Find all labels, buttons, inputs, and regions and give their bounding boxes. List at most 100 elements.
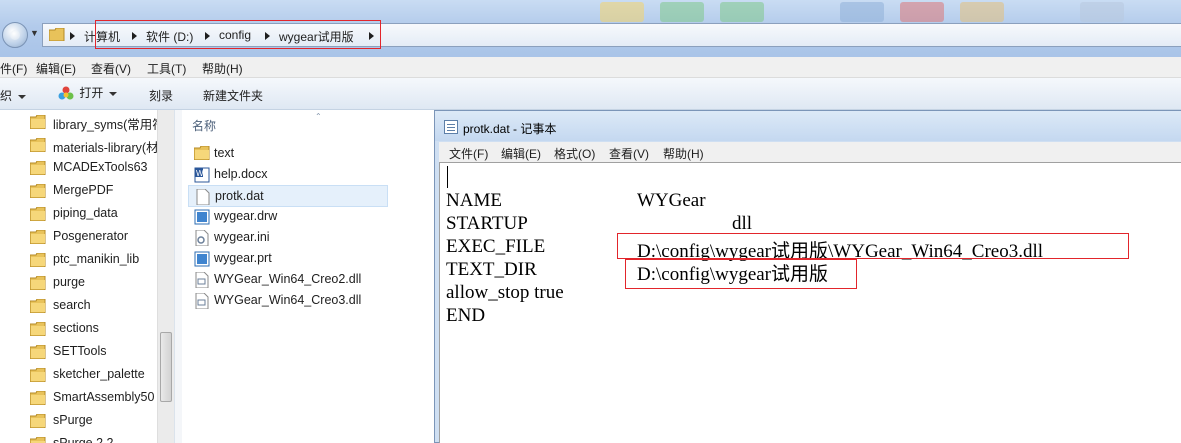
menu-tools[interactable]: 工具(T) [147, 60, 186, 77]
menu-view[interactable]: 查看(V) [91, 60, 131, 77]
folder-icon [29, 229, 46, 247]
breadcrumb-wygear[interactable]: wygear试用版 [279, 28, 354, 45]
nav-item-label: MCADExTools63 [53, 160, 148, 174]
folder-icon [29, 252, 46, 270]
config-value-text-dir: D:\config\wygear试用版 [637, 264, 829, 285]
file-item-label: WYGear_Win64_Creo2.dll [214, 272, 362, 286]
organize-button[interactable]: 织 [0, 87, 27, 104]
taskbar-thumb [900, 2, 944, 22]
menu-edit[interactable]: 编辑(E) [36, 60, 76, 77]
taskbar-thumb [660, 2, 704, 22]
nav-item-label: library_syms(常用符 [53, 118, 165, 132]
nav-item-label: search [53, 298, 91, 312]
notepad-menu-file[interactable]: 文件(F) [449, 145, 488, 162]
nav-item-label: sPurge [53, 413, 93, 427]
folder-icon [29, 114, 46, 132]
nav-scrollbar[interactable] [157, 110, 174, 443]
breadcrumb-separator-icon[interactable] [205, 32, 210, 40]
file-item[interactable]: WYGear_Win64_Creo2.dll [188, 269, 388, 291]
file-item[interactable]: wygear.ini [188, 227, 388, 249]
notepad-titlebar[interactable]: protk.dat - 记事本 [435, 111, 1181, 141]
file-list: 名称 ⌃ text Whelp.docx protk.dat wygear.drw wy… [182, 110, 434, 443]
notepad-app-icon [444, 120, 458, 134]
nav-item-label: SmartAssembly50 [53, 390, 155, 404]
config-key-exec-file: EXEC_FILE [446, 236, 546, 257]
breadcrumb-computer[interactable]: 计算机 [84, 28, 120, 45]
open-button[interactable]: 打开 [58, 84, 118, 102]
nav-item-label: ptc_manikin_lib [53, 252, 140, 266]
notepad-menu-edit[interactable]: 编辑(E) [501, 145, 541, 162]
menu-help[interactable]: 帮助(H) [202, 60, 243, 77]
folder-icon [29, 183, 46, 201]
breadcrumb-separator-icon[interactable] [265, 32, 270, 40]
folder-icon [29, 160, 46, 178]
breadcrumb-separator-icon[interactable] [369, 32, 374, 40]
file-item[interactable]: protk.dat [188, 185, 388, 207]
organize-label: 织 [0, 89, 13, 103]
open-label: 打开 [79, 86, 104, 100]
file-item[interactable]: Whelp.docx [188, 164, 388, 186]
dropdown-caret-icon [109, 91, 118, 96]
breadcrumb-drive[interactable]: 软件 (D:) [146, 28, 193, 45]
config-value-startup: dll [732, 213, 753, 234]
nav-item-label: materials-library(材 [53, 141, 159, 155]
file-item-label: protk.dat [215, 189, 264, 203]
folder-icon [29, 275, 46, 293]
config-value-name: WYGear [637, 190, 706, 211]
folder-icon [29, 298, 46, 316]
taskbar-thumb [720, 2, 764, 22]
text-cursor [447, 166, 448, 188]
nav-item-label: piping_data [53, 206, 118, 220]
folder-icon [29, 390, 46, 408]
file-item-label: wygear.prt [214, 251, 272, 265]
column-header-name[interactable]: 名称 [192, 117, 216, 134]
notepad-menu-view[interactable]: 查看(V) [609, 145, 649, 162]
file-item[interactable]: text [188, 143, 388, 165]
sort-arrow-icon: ⌃ [315, 112, 322, 121]
dll-file-icon [194, 271, 210, 289]
nav-item-label: sketcher_palette [53, 367, 145, 381]
file-item[interactable]: wygear.prt [188, 248, 388, 270]
nav-item-label: SETTools [53, 344, 107, 358]
creo-file-icon [194, 209, 210, 225]
nav-scrollbar-thumb[interactable] [160, 332, 172, 402]
config-key-text-dir: TEXT_DIR [446, 259, 537, 280]
notepad-menu-help[interactable]: 帮助(H) [663, 145, 704, 162]
word-doc-icon: W [194, 167, 210, 183]
taskbar-thumb [600, 2, 644, 22]
svg-text:W: W [196, 169, 204, 178]
config-key-startup: STARTUP [446, 213, 528, 234]
file-item-label: wygear.drw [214, 209, 278, 223]
burn-button[interactable]: 刻录 [149, 87, 173, 104]
nav-item-label: sPurge 2.2 [53, 436, 114, 443]
file-item[interactable]: WYGear_Win64_Creo3.dll [188, 290, 388, 312]
nav-item-label: MergePDF [53, 183, 114, 197]
menu-file[interactable]: 件(F) [0, 60, 27, 77]
notepad-menu-format[interactable]: 格式(O) [554, 145, 595, 162]
folder-icon [29, 367, 46, 385]
folder-icon [29, 436, 46, 443]
new-folder-button[interactable]: 新建文件夹 [203, 87, 263, 104]
breadcrumb-separator-icon[interactable] [132, 32, 137, 40]
notepad-window: protk.dat - 记事本 文件(F) 编辑(E) 格式(O) 查看(V) … [434, 110, 1181, 443]
navigation-pane: library_syms(常用符 materials-library(材 MCADE… [0, 110, 174, 443]
dll-file-icon [194, 292, 210, 310]
file-item[interactable]: wygear.drw [188, 206, 388, 228]
file-item-label: wygear.ini [214, 230, 270, 244]
notepad-text-area[interactable]: NAME WYGear STARTUP dll EXEC_FILE D:\con… [439, 162, 1181, 443]
taskbar-thumb [1080, 2, 1124, 22]
breadcrumb-separator-icon[interactable] [70, 32, 75, 40]
open-app-icon [58, 86, 74, 100]
nav-item-label: sections [53, 321, 99, 335]
address-bar[interactable]: 计算机 软件 (D:) config wygear试用版 [42, 23, 1181, 47]
config-allow-stop: allow_stop true [446, 282, 564, 303]
back-button[interactable] [2, 22, 28, 48]
notepad-title: protk.dat - 记事本 [463, 122, 557, 136]
notepad-menubar: 文件(F) 编辑(E) 格式(O) 查看(V) 帮助(H) [439, 142, 1181, 162]
folder-icon [29, 413, 46, 431]
history-dropdown-icon[interactable]: ▼ [30, 28, 39, 38]
file-item-label: WYGear_Win64_Creo3.dll [214, 293, 362, 307]
breadcrumb-config[interactable]: config [219, 28, 251, 42]
config-end: END [446, 305, 486, 326]
pane-splitter[interactable] [174, 110, 182, 443]
